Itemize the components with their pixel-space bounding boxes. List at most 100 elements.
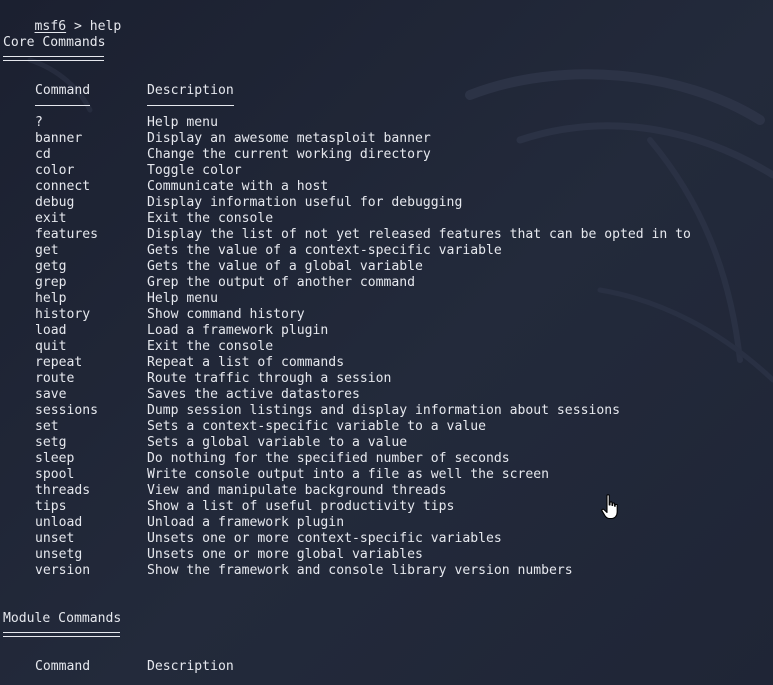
hand-pointer-icon	[601, 494, 618, 520]
command-description: Load a framework plugin	[147, 323, 329, 338]
command-row: route Route traffic through a session	[0, 371, 760, 387]
command-description: Show the framework and console library v…	[147, 563, 573, 578]
command-name: setg	[35, 435, 67, 450]
command-row: grep Grep the output of another command	[0, 275, 760, 291]
command-name: threads	[35, 483, 91, 498]
prompt-command: help	[89, 19, 122, 34]
prompt-name: msf6	[34, 19, 67, 34]
command-row: save Saves the active datastores	[0, 387, 760, 403]
command-description: Help menu	[147, 291, 218, 306]
command-description: Route traffic through a session	[147, 371, 392, 386]
command-row: history Show command history	[0, 307, 760, 323]
command-row: ? Help menu	[0, 115, 760, 131]
command-name: sleep	[35, 451, 75, 466]
command-name: version	[35, 563, 91, 578]
module-column-description: Description	[147, 659, 234, 674]
command-row: debug Display information useful for debu…	[0, 195, 760, 211]
command-row: load Load a framework plugin	[0, 323, 760, 339]
command-description: Help menu	[147, 115, 218, 130]
command-description: Unload a framework plugin	[147, 515, 345, 530]
terminal-window[interactable]: msf6 > help Core Commands Command Descri…	[0, 0, 773, 685]
command-description: Gets the value of a context-specific var…	[147, 243, 502, 258]
core-description-underline	[147, 105, 234, 106]
command-row: quit Exit the console	[0, 339, 760, 355]
command-row: sessions Dump session listings and displa…	[0, 403, 760, 419]
command-row: cd Change the current working directory	[0, 147, 760, 163]
command-name: repeat	[35, 355, 83, 370]
command-name: spool	[35, 467, 75, 482]
command-description: Exit the console	[147, 339, 274, 354]
command-name: features	[35, 227, 99, 242]
core-command-underline	[35, 105, 90, 106]
command-name: quit	[35, 339, 67, 354]
command-name: connect	[35, 179, 91, 194]
command-name: banner	[35, 131, 83, 146]
command-row: get Gets the value of a context-specific …	[0, 243, 760, 259]
command-row: getg Gets the value of a global variable	[0, 259, 760, 275]
prompt-separator: >	[66, 19, 90, 34]
command-name: unsetg	[35, 547, 83, 562]
command-description: Sets a context-specific variable to a va…	[147, 419, 486, 434]
command-description: Dump session listings and display inform…	[147, 403, 620, 418]
command-row: unset Unsets one or more context-specific…	[0, 531, 760, 547]
command-description: Display the list of not yet released fea…	[147, 227, 691, 242]
command-description: Unsets one or more context-specific vari…	[147, 531, 502, 546]
command-row: sleep Do nothing for the specified number…	[0, 451, 760, 467]
command-name: tips	[35, 499, 67, 514]
command-name: ?	[35, 115, 43, 130]
command-row: banner Display an awesome metasploit bann…	[0, 131, 760, 147]
command-name: color	[35, 163, 75, 178]
command-row: exit Exit the console	[0, 211, 760, 227]
command-row: threads View and manipulate background th…	[0, 483, 760, 499]
command-name: unset	[35, 531, 75, 546]
command-row: features Display the list of not yet rele…	[0, 227, 760, 243]
command-description: Exit the console	[147, 211, 274, 226]
core-section-title: Core Commands	[3, 35, 106, 50]
core-column-description: Description	[147, 83, 234, 98]
command-row: connect Communicate with a host	[0, 179, 760, 195]
command-description: Show a list of useful productivity tips	[147, 499, 455, 514]
command-description: View and manipulate background threads	[147, 483, 447, 498]
command-description: Repeat a list of commands	[147, 355, 345, 370]
command-description: Grep the output of another command	[147, 275, 416, 290]
command-name: load	[35, 323, 67, 338]
command-description: Saves the active datastores	[147, 387, 360, 402]
command-description: Do nothing for the specified number of s…	[147, 451, 510, 466]
command-row: tips Show a list of useful productivity t…	[0, 499, 760, 515]
module-title-underline	[3, 632, 120, 637]
command-row: unsetg Unsets one or more global variable…	[0, 547, 760, 563]
command-description: Show command history	[147, 307, 305, 322]
command-description: Communicate with a host	[147, 179, 329, 194]
command-description: Sets a global variable to a value	[147, 435, 408, 450]
command-description: Change the current working directory	[147, 147, 431, 162]
command-name: history	[35, 307, 91, 322]
command-row: color Toggle color	[0, 163, 760, 179]
command-description: Gets the value of a global variable	[147, 259, 423, 274]
command-name: grep	[35, 275, 67, 290]
command-row: help Help menu	[0, 291, 760, 307]
command-description: Display information useful for debugging	[147, 195, 463, 210]
core-column-command: Command	[35, 83, 91, 98]
command-row: repeat Repeat a list of commands	[0, 355, 760, 371]
command-name: unload	[35, 515, 83, 530]
command-description: Unsets one or more global variables	[147, 547, 423, 562]
command-description: Display an awesome metasploit banner	[147, 131, 431, 146]
module-section-title: Module Commands	[3, 611, 122, 626]
command-name: exit	[35, 211, 67, 226]
command-name: cd	[35, 147, 51, 162]
command-row: set Sets a context-specific variable to a…	[0, 419, 760, 435]
command-name: save	[35, 387, 67, 402]
prompt-line: msf6 > help	[3, 3, 122, 34]
command-name: set	[35, 419, 59, 434]
command-name: get	[35, 243, 59, 258]
core-title-underline	[3, 56, 104, 61]
command-row: setg Sets a global variable to a value	[0, 435, 760, 451]
command-name: help	[35, 291, 67, 306]
command-row: unload Unload a framework plugin	[0, 515, 760, 531]
command-name: getg	[35, 259, 67, 274]
command-name: sessions	[35, 403, 99, 418]
command-description: Toggle color	[147, 163, 242, 178]
module-column-command: Command	[35, 659, 91, 674]
command-row: spool Write console output into a file as…	[0, 467, 760, 483]
command-name: route	[35, 371, 75, 386]
